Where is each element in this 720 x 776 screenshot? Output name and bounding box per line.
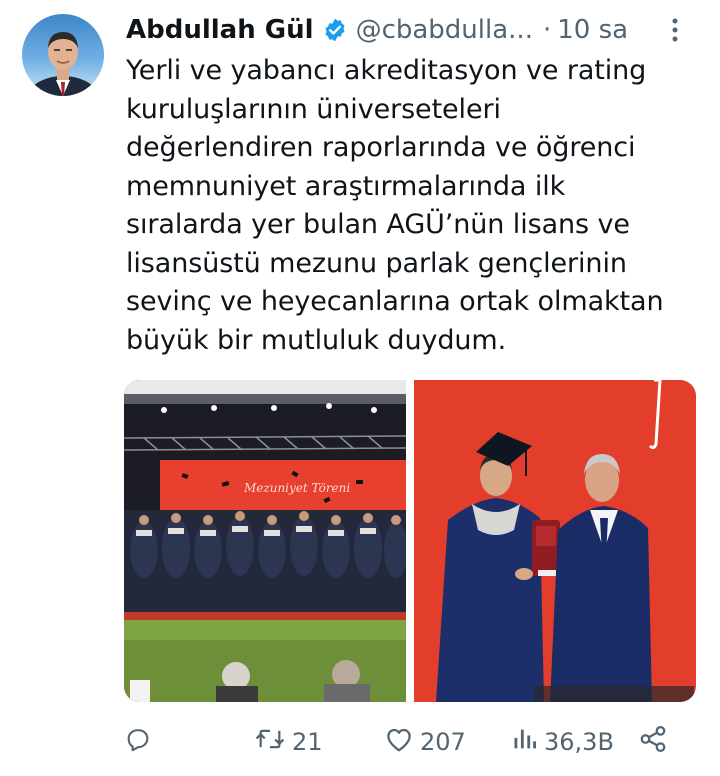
graduation-crowd-photo[interactable]: Mezuniyet Töreni bbox=[124, 380, 406, 702]
reply-button[interactable] bbox=[124, 722, 158, 762]
author-avatar[interactable] bbox=[22, 14, 104, 96]
like-count: 207 bbox=[420, 728, 466, 756]
author-handle[interactable]: @cbabdulla... bbox=[356, 15, 533, 45]
retweet-button[interactable]: 21 bbox=[254, 722, 323, 762]
tweet-action-bar: 21 207 36,3B bbox=[124, 722, 684, 762]
separator-dot: · bbox=[542, 15, 552, 45]
verified-badge-icon bbox=[322, 17, 348, 43]
like-button[interactable]: 207 bbox=[384, 722, 466, 762]
tweet-media: Mezuniyet Töreni bbox=[124, 380, 696, 702]
views-button[interactable]: 36,3B bbox=[512, 722, 614, 762]
share-icon bbox=[638, 724, 668, 760]
views-icon bbox=[512, 725, 538, 759]
views-count: 36,3B bbox=[544, 728, 614, 756]
avatar-portrait bbox=[26, 32, 100, 96]
tweet-text: Yerli ve yabancı akreditasyon ve rating … bbox=[126, 55, 664, 356]
stage-banner-text: Mezuniyet Töreni bbox=[243, 481, 350, 495]
retweet-icon bbox=[254, 725, 286, 759]
award-ceremony-photo[interactable] bbox=[414, 380, 696, 702]
like-icon bbox=[384, 725, 414, 759]
share-button[interactable] bbox=[638, 722, 668, 762]
more-icon[interactable] bbox=[660, 12, 690, 48]
author-name[interactable]: Abdullah Gül bbox=[126, 15, 314, 45]
tweet-timestamp[interactable]: 10 sa bbox=[557, 15, 628, 45]
retweet-count: 21 bbox=[292, 728, 323, 756]
tweet-header: Abdullah Gül @cbabdulla... · 10 sa bbox=[126, 12, 700, 48]
reply-icon bbox=[124, 725, 152, 759]
